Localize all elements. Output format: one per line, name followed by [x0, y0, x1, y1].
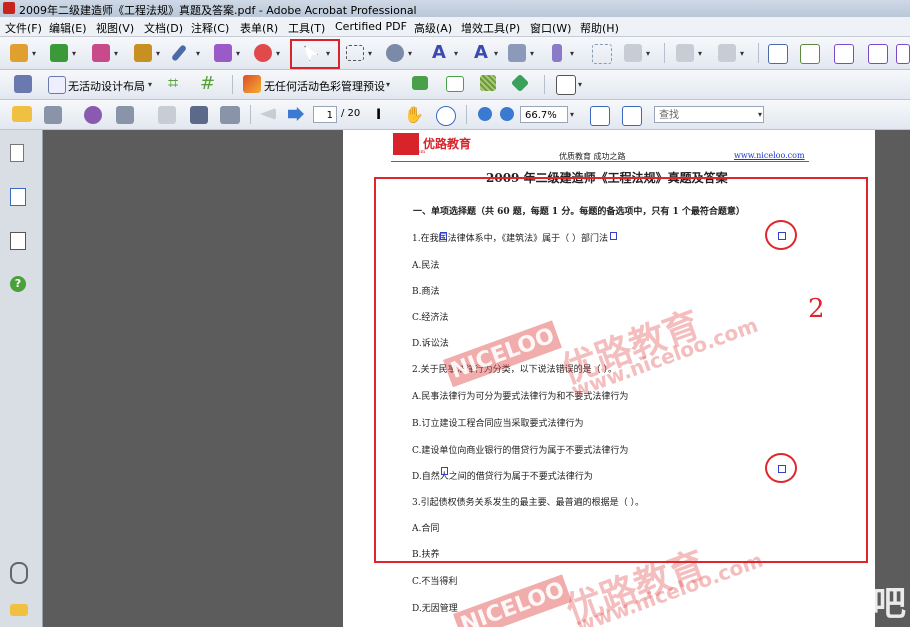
layout-tool-icon[interactable]: [14, 75, 32, 93]
menu-bar: 文件(F) 编辑(E) 视图(V) 文档(D) 注释(C) 表单(R) 工具(T…: [0, 17, 910, 37]
move-icon[interactable]: [386, 44, 404, 62]
disabled-icon: [158, 106, 176, 124]
toolbar-navigation: 1 / 20 I ✋ 66.7% ▾ 查找 ▾: [0, 100, 910, 130]
marquee-select-icon[interactable]: [346, 45, 364, 61]
zoom-out-icon[interactable]: [478, 107, 492, 121]
create-pdf-icon[interactable]: [10, 44, 28, 62]
grid-layout-icon[interactable]: [48, 76, 66, 94]
export-icon[interactable]: [92, 44, 110, 62]
next-page-icon[interactable]: [288, 107, 304, 121]
menu-advanced[interactable]: 高级(A): [414, 20, 452, 36]
menu-forms[interactable]: 表单(R): [240, 20, 278, 36]
zoom-tool-icon[interactable]: [436, 106, 456, 126]
zoom-level-input[interactable]: 66.7%: [520, 106, 568, 123]
title-bar: 2009年二级建造师《工程法规》真题及答案.pdf - Adobe Acroba…: [0, 0, 910, 18]
lock-icon[interactable]: [134, 44, 152, 62]
combine-files-icon[interactable]: [50, 44, 68, 62]
q3-option-d: D.无因管理: [412, 604, 458, 614]
forms-icon[interactable]: [214, 44, 232, 62]
object-tool-icon[interactable]: [508, 44, 526, 62]
layers-icon[interactable]: [510, 73, 530, 93]
menu-comments[interactable]: 注释(C): [191, 20, 229, 36]
link-icon[interactable]: [624, 44, 642, 62]
logo-text: 优路教育: [423, 137, 472, 151]
globe-icon[interactable]: [834, 44, 854, 64]
menu-document[interactable]: 文档(D): [144, 20, 183, 36]
document-area: 优路教育 niceloo.com 优质教育 成功之路 www.niceloo.c…: [43, 130, 910, 627]
open-folder-icon[interactable]: [12, 106, 32, 122]
fit-page-icon[interactable]: [590, 106, 610, 126]
annotation-circle-top: [765, 220, 797, 250]
comment-icon[interactable]: [254, 44, 272, 62]
share-icon[interactable]: [84, 106, 102, 124]
color-preset-dropdown[interactable]: 无任何活动色彩管理预设: [264, 78, 385, 94]
window-title: 2009年二级建造师《工程法规》真题及答案.pdf - Adobe Acroba…: [19, 4, 417, 17]
q3-option-c: C.不当得利: [412, 577, 458, 587]
zoom-in-icon[interactable]: [500, 107, 514, 121]
pattern-icon[interactable]: [480, 75, 496, 91]
more-icon[interactable]: [896, 44, 910, 64]
menu-plugins[interactable]: 增效工具(P): [461, 20, 520, 36]
previous-page-icon[interactable]: [260, 108, 276, 120]
menu-window[interactable]: 窗口(W): [530, 20, 571, 36]
comments-panel-icon[interactable]: [10, 604, 28, 616]
page-number-input[interactable]: 1: [313, 106, 337, 123]
snap-grid-icon[interactable]: ⌗: [168, 75, 186, 93]
annotation-number: 2: [808, 294, 825, 324]
navigation-panel: ?: [0, 130, 43, 627]
menu-edit[interactable]: 编辑(E): [49, 20, 87, 36]
hand-tool-icon[interactable]: ✋: [404, 106, 424, 124]
save-icon[interactable]: [190, 106, 208, 124]
text-box-icon[interactable]: A: [474, 44, 492, 62]
help-icon[interactable]: ?: [10, 276, 26, 292]
bookmarks-icon[interactable]: [10, 188, 26, 206]
check-icon[interactable]: [800, 44, 820, 64]
mail-icon[interactable]: [446, 76, 464, 92]
menu-tools[interactable]: 工具(T): [288, 20, 325, 36]
menu-certified-pdf[interactable]: Certified PDF: [335, 20, 407, 33]
page-total: / 20: [341, 108, 361, 119]
annotation-circle-bottom: [765, 453, 797, 483]
toolbar-tools: ▾ ▾ ▾ ▾ ▾ ▾ ▾ ▾ ▾ ▾ A ▾ A ▾ ▾ ▾ ▾ ▾ ▾: [0, 37, 910, 70]
print-icon[interactable]: [44, 106, 62, 124]
attach-icon[interactable]: [718, 44, 736, 62]
menu-file[interactable]: 文件(F): [5, 20, 42, 36]
attachment-paperclip-icon[interactable]: [10, 562, 28, 584]
search-doc-icon[interactable]: [768, 44, 788, 64]
sign-pen-icon[interactable]: [170, 44, 188, 62]
search-input[interactable]: 查找: [654, 106, 764, 123]
text-select-icon[interactable]: I: [376, 106, 394, 124]
toolbar-design: 无活动设计布局 ▾ ⌗ # 无任何活动色彩管理预设 ▾ ▾: [0, 70, 910, 100]
grid-icon[interactable]: #: [200, 75, 218, 93]
menu-help[interactable]: 帮助(H): [580, 20, 619, 36]
fit-width-icon[interactable]: [622, 106, 642, 126]
watermark-brand-2: NICELOO: [453, 574, 573, 627]
pages-icon[interactable]: [10, 144, 24, 162]
acrobat-app-icon: [3, 2, 15, 14]
corner-watermark-logo: 下载吧: [808, 584, 906, 624]
comment-bubble-icon[interactable]: [412, 76, 428, 90]
send-icon[interactable]: [220, 106, 240, 124]
menu-view[interactable]: 视图(V): [96, 20, 134, 36]
header-website-link[interactable]: www.niceloo.com: [734, 151, 805, 160]
design-layout-dropdown[interactable]: 无活动设计布局: [68, 78, 145, 94]
page-layout-icon[interactable]: [556, 75, 576, 95]
signatures-icon[interactable]: [10, 232, 26, 250]
gear-icon[interactable]: [868, 44, 888, 64]
pin-icon[interactable]: [552, 44, 562, 62]
crop-icon[interactable]: [592, 44, 612, 64]
text-touchup-icon[interactable]: A: [432, 44, 450, 62]
email-icon[interactable]: [116, 106, 134, 124]
stamp-icon[interactable]: [676, 44, 694, 62]
logo-subtext: niceloo.com: [395, 149, 426, 155]
color-management-icon[interactable]: [243, 75, 261, 93]
